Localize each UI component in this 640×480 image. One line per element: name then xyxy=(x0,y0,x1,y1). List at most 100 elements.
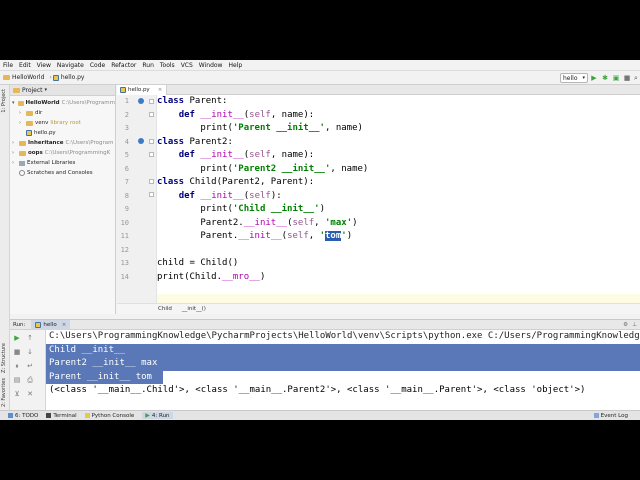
folder-icon xyxy=(17,100,24,106)
console-line: Child __init__ xyxy=(46,343,640,357)
arrow-down-icon[interactable]: ↓ xyxy=(26,348,34,356)
nav-file-crumb[interactable]: hello.py xyxy=(52,74,84,81)
tree-item-scratches[interactable]: Scratches and Consoles xyxy=(10,168,115,178)
tab-project-tool[interactable]: 1: Project xyxy=(1,89,7,113)
tree-item-helloworld[interactable]: ▾ HelloWorld C:\Users\Programm xyxy=(10,98,115,108)
event-log-tool-button[interactable]: Event Log xyxy=(593,413,628,419)
coverage-icon[interactable]: ▣ xyxy=(612,74,620,82)
run-console[interactable]: C:\Users\ProgrammingKnowledge\PycharmPro… xyxy=(46,330,640,410)
tree-item-label: oops xyxy=(28,150,43,156)
tree-item-hello-py[interactable]: hello.py xyxy=(10,128,115,138)
fold-marker-icon[interactable] xyxy=(149,192,154,197)
chevron-down-icon: ▾ xyxy=(44,87,48,93)
dump-threads-icon[interactable]: ▤ xyxy=(13,376,21,384)
editor-gutter: 1 2 3 4 5 6 7 8 9 10 11 12 13 14 xyxy=(117,95,166,303)
tab-hello-py[interactable]: hello.py × xyxy=(117,85,167,95)
chevron-right-icon: › xyxy=(19,110,21,116)
run-panel-label: Run: xyxy=(13,321,26,328)
menu-view[interactable]: View xyxy=(37,62,51,69)
stop-icon[interactable]: ■ xyxy=(623,74,631,82)
line-number: 4 xyxy=(124,137,129,146)
console-line: C:\Users\ProgrammingKnowledge\PycharmPro… xyxy=(49,331,640,341)
tab-favorites-tool[interactable]: 2: Favorites xyxy=(1,378,7,407)
code-line: def __init__(self, name): xyxy=(178,150,315,160)
tree-item-venv[interactable]: › venv library root xyxy=(10,118,115,128)
code-line: child = Child() xyxy=(157,258,239,268)
code-line: Parent2.__init__(self, 'max') xyxy=(157,217,358,228)
tab-structure-tool[interactable]: Z: Structure xyxy=(1,343,7,373)
tree-item-oops[interactable]: › oops C:\Users\ProgrammingK xyxy=(10,148,115,158)
fold-marker-icon[interactable] xyxy=(149,179,154,184)
menu-help[interactable]: Help xyxy=(228,62,242,69)
tree-item-note: library root xyxy=(50,120,81,126)
print-icon[interactable]: ⎙ xyxy=(26,376,34,384)
python-console-tool-button[interactable]: Python Console xyxy=(84,413,134,419)
menu-run[interactable]: Run xyxy=(142,62,154,69)
todo-tool-button[interactable]: 6: TODO xyxy=(8,413,38,419)
fold-marker-icon[interactable] xyxy=(149,139,154,144)
folder-icon xyxy=(26,120,33,126)
soft-wrap-icon[interactable]: ↵ xyxy=(26,362,34,370)
search-everywhere-icon[interactable]: ⌕ xyxy=(632,74,640,82)
left-tool-strip: 1: Project Z: Structure 2: Favorites xyxy=(0,85,10,410)
tree-item-dir[interactable]: › dir xyxy=(10,108,115,118)
arrow-up-icon[interactable]: ↑ xyxy=(26,334,34,342)
tree-item-path: C:\Users\Programm xyxy=(61,100,115,106)
run-config-select[interactable]: hello ▾ xyxy=(560,73,588,83)
fold-marker-icon[interactable] xyxy=(149,152,154,157)
menu-navigate[interactable]: Navigate xyxy=(57,62,84,69)
run-tab-hello[interactable]: hello × xyxy=(31,319,71,330)
console-line: (<class '__main__.Child'>, <class '__mai… xyxy=(49,385,586,395)
line-number: 2 xyxy=(124,110,129,119)
python-file-icon xyxy=(35,321,42,328)
chevron-right-icon: › xyxy=(49,74,52,81)
line-number: 6 xyxy=(124,164,129,173)
hide-panel-icon[interactable]: ⊥ xyxy=(632,322,637,328)
terminal-tool-button[interactable]: Terminal xyxy=(46,412,77,419)
run-tool-button[interactable]: ▶ 4: Run xyxy=(142,412,173,419)
folder-icon xyxy=(19,140,26,146)
fold-marker-icon[interactable] xyxy=(149,99,154,104)
close-icon[interactable]: × xyxy=(158,87,163,93)
breadcrumb-method[interactable]: __init__() xyxy=(182,306,206,312)
stop-icon[interactable]: ■ xyxy=(13,348,21,356)
fold-marker-icon[interactable] xyxy=(149,112,154,117)
menu-bar: File Edit View Navigate Code Refactor Ru… xyxy=(0,60,640,70)
pause-icon[interactable]: ⏸ xyxy=(13,362,21,370)
nav-project-crumb[interactable]: HelloWorld xyxy=(3,74,44,81)
overridden-method-icon[interactable] xyxy=(138,138,144,144)
menu-edit[interactable]: Edit xyxy=(19,62,31,69)
overridden-method-icon[interactable] xyxy=(138,98,144,104)
menu-window[interactable]: Window xyxy=(199,62,223,69)
gear-icon[interactable]: ⚙ xyxy=(623,322,628,328)
menu-vcs[interactable]: VCS xyxy=(181,62,193,69)
code-line: def __init__(self): xyxy=(178,190,282,201)
tree-item-path: C:\Users\Program xyxy=(65,140,114,146)
code-line: class Parent: xyxy=(157,96,228,106)
project-panel-title[interactable]: Project xyxy=(22,87,43,94)
run-config-label: hello xyxy=(563,74,578,82)
line-number: 5 xyxy=(124,151,129,159)
tree-item-label: Scratches and Consoles xyxy=(27,170,93,176)
code-editor[interactable]: class Parent: def __init__(self, name): … xyxy=(157,95,640,307)
trash-icon[interactable]: ✕ xyxy=(26,390,34,398)
terminal-label: Terminal xyxy=(53,412,77,419)
debug-icon[interactable]: ✱ xyxy=(601,74,609,82)
folder-icon xyxy=(19,150,26,156)
editor-breadcrumbs: Child __init__() xyxy=(117,303,640,314)
project-panel-header: Project ▾ xyxy=(10,85,115,96)
tree-item-path: C:\Users\ProgrammingK xyxy=(44,150,111,156)
menu-tools[interactable]: Tools xyxy=(160,62,175,69)
breadcrumb-class[interactable]: Child xyxy=(158,306,172,312)
run-icon[interactable]: ▶ xyxy=(590,74,598,82)
tree-item-external-libraries[interactable]: › External Libraries xyxy=(10,158,115,168)
menu-file[interactable]: File xyxy=(3,62,13,69)
menu-code[interactable]: Code xyxy=(90,62,105,69)
code-line: print(Child.__mro__) xyxy=(157,271,266,282)
menu-refactor[interactable]: Refactor xyxy=(111,62,136,69)
pin-tab-icon[interactable]: ⊻ xyxy=(13,390,21,398)
close-icon[interactable]: × xyxy=(62,322,67,328)
rerun-icon[interactable]: ▶ xyxy=(13,334,21,342)
tree-item-inheritance[interactable]: › Inheritance C:\Users\Program xyxy=(10,138,115,148)
